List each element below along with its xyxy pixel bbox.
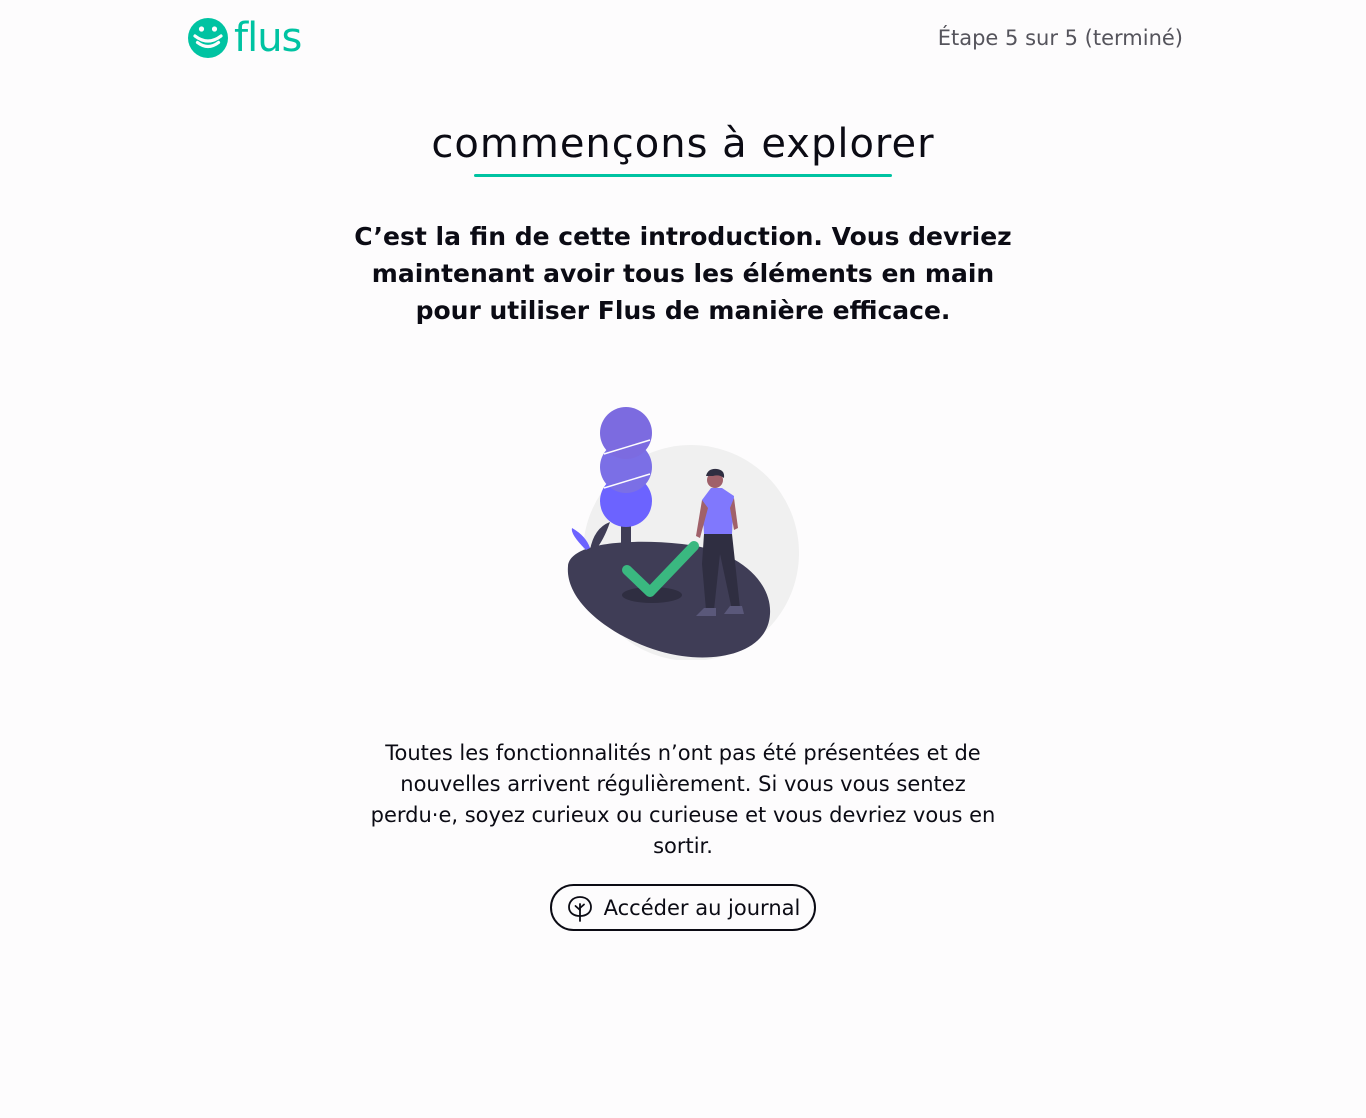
step-indicator: Étape 5 sur 5 (terminé) bbox=[937, 26, 1183, 50]
onboarding-page: flus Étape 5 sur 5 (terminé) commençons … bbox=[0, 0, 1366, 1118]
journal-button[interactable]: Accéder au journal bbox=[550, 884, 816, 931]
flus-logo[interactable]: flus bbox=[187, 15, 302, 61]
journal-button-label: Accéder au journal bbox=[603, 895, 801, 920]
tree-icon bbox=[567, 895, 592, 922]
page-title: commençons à explorer bbox=[431, 121, 935, 167]
logo-wordmark: flus bbox=[234, 15, 302, 61]
lead-text: C’est la fin de cette introduction. Vous… bbox=[354, 222, 1012, 325]
completed-illustration bbox=[567, 407, 799, 660]
title-container: commençons à explorer bbox=[0, 118, 1366, 170]
body-text: Toutes les fonctionnalités n’ont pas été… bbox=[370, 741, 996, 858]
smiley-logo-icon bbox=[188, 18, 228, 58]
title-underline bbox=[474, 174, 892, 177]
